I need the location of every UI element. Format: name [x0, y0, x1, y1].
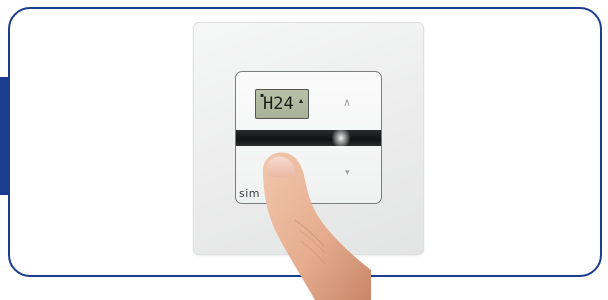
band-light-reflection: [332, 128, 350, 148]
up-arrow-icon[interactable]: ∧: [343, 96, 351, 109]
pointing-finger: [263, 152, 371, 300]
lcd-up-indicator-icon: ▴: [299, 96, 304, 105]
lcd-display: ▪ H24 ▴: [255, 89, 309, 119]
device-dark-band: [236, 130, 381, 146]
left-accent-tab: [0, 77, 8, 195]
lcd-text: H24: [263, 94, 294, 114]
